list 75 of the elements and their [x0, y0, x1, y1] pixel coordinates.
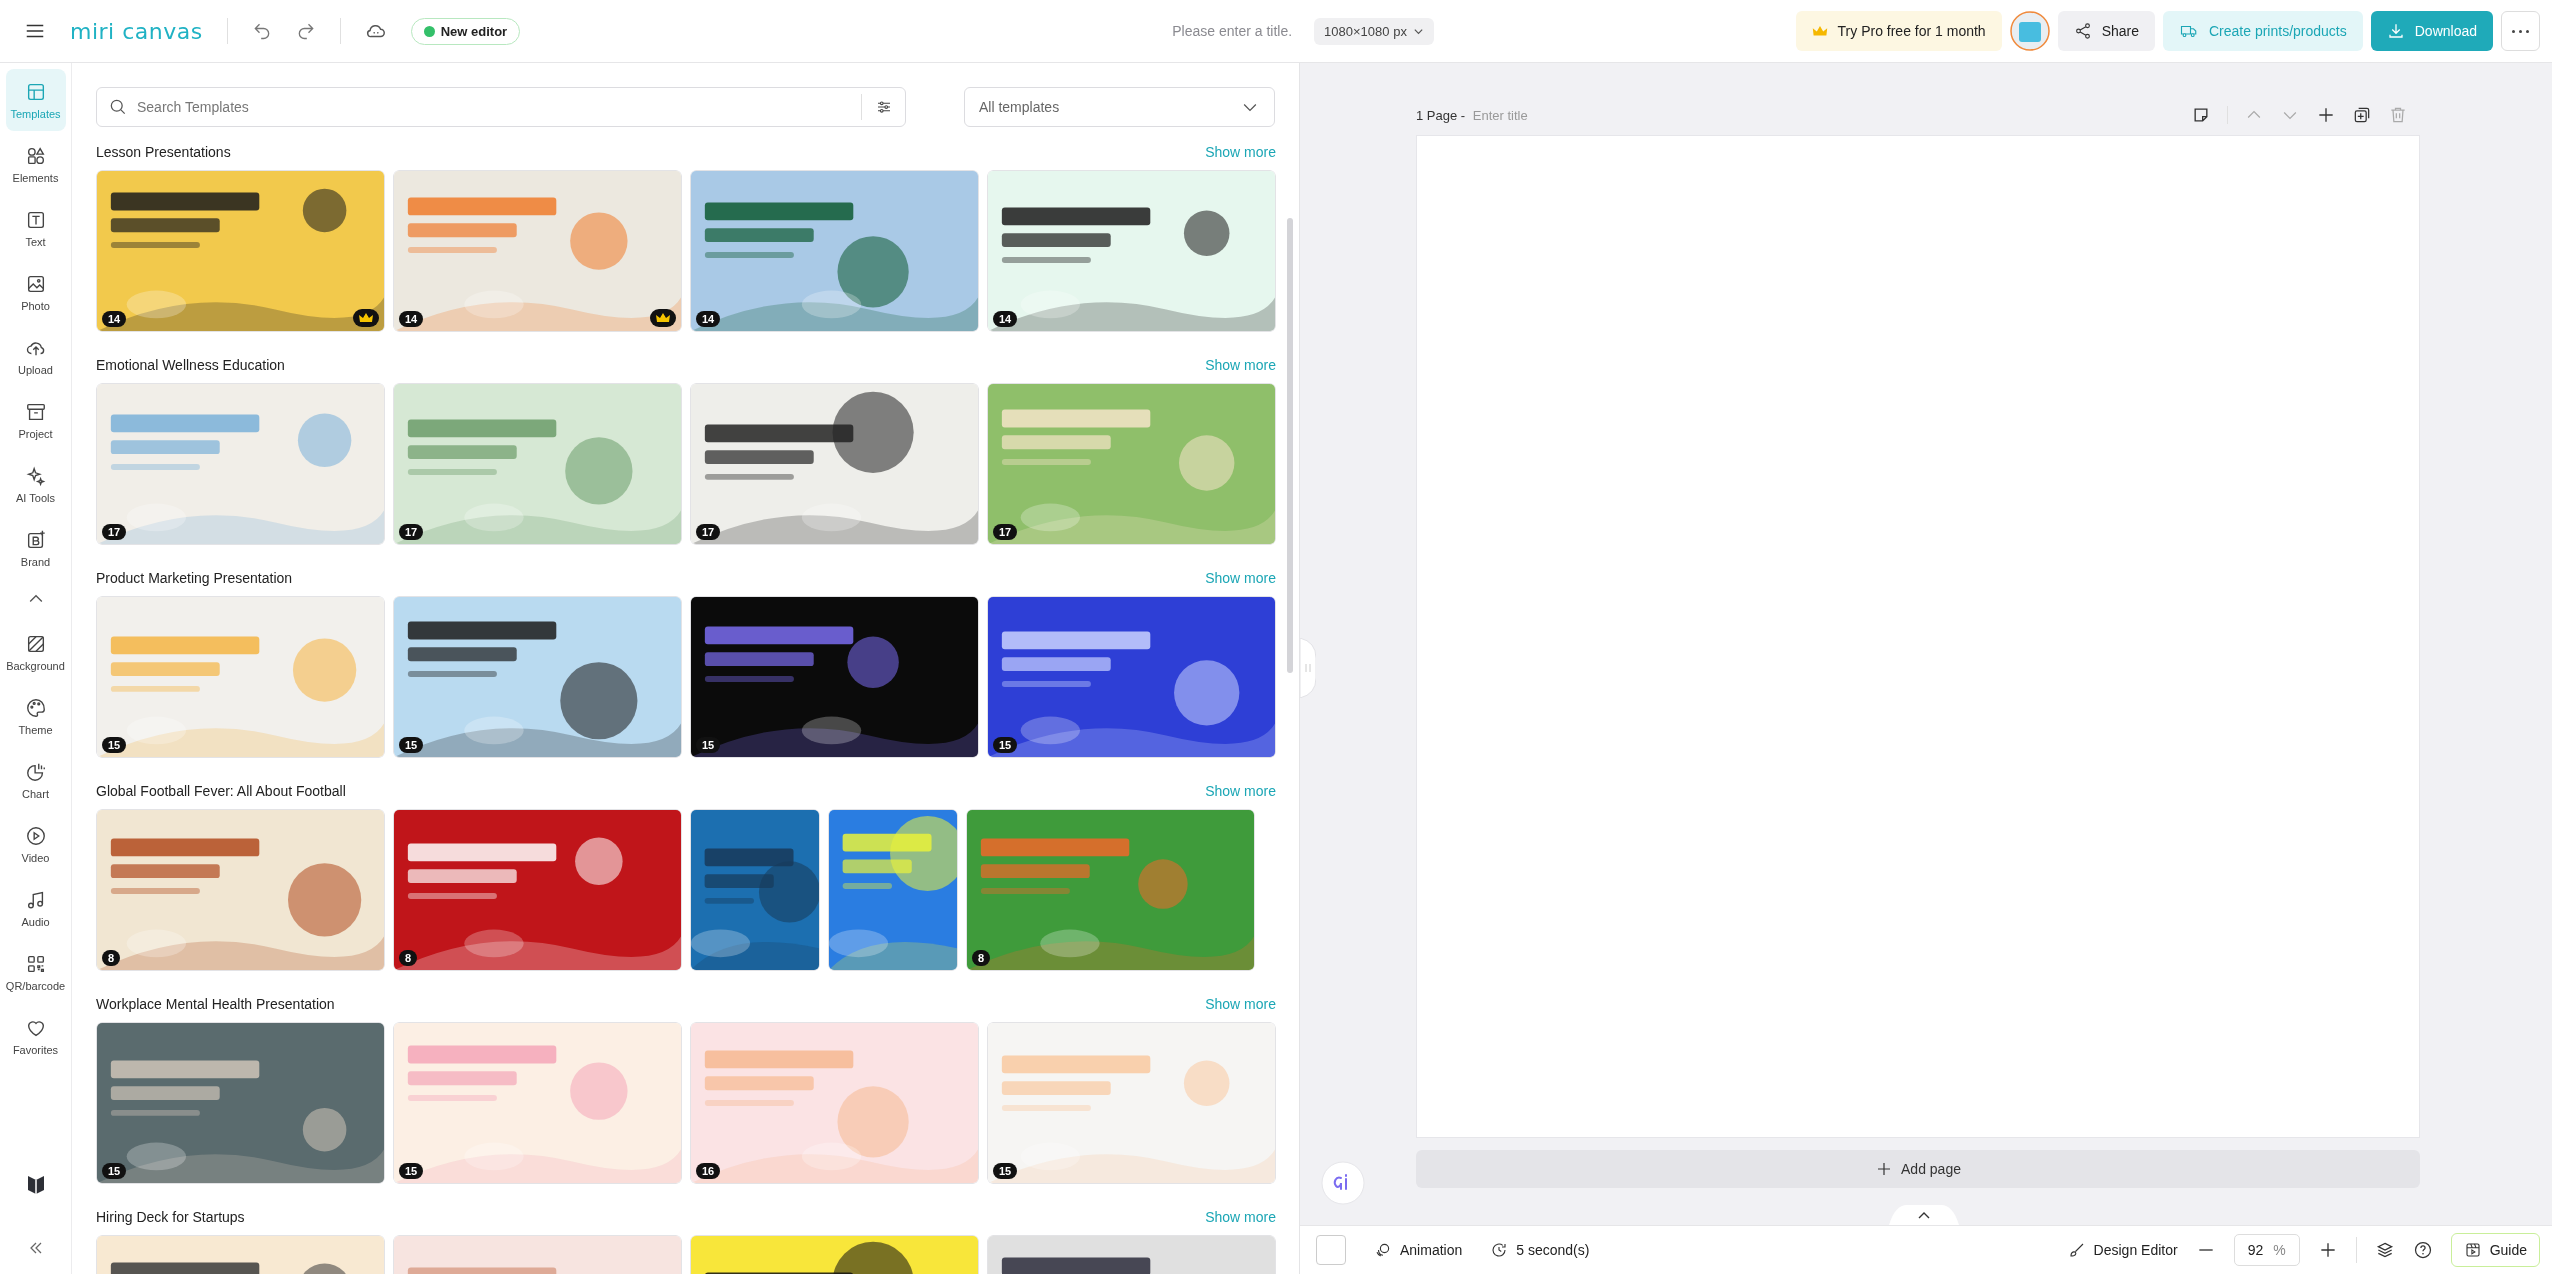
sidebar-item[interactable]: Text [5, 197, 66, 259]
page-label: 1 Page - [1416, 107, 1467, 123]
size-dropdown[interactable]: 1080×1080 px [1314, 17, 1434, 45]
title-field[interactable]: Please enter a title. [1130, 22, 1295, 40]
page-title-field[interactable]: Enter title [1470, 106, 1595, 124]
section-title: Hiring Deck for Startups [96, 1209, 245, 1225]
layers-icon[interactable] [2374, 1240, 2395, 1260]
sidebar-item[interactable]: Elements [5, 133, 66, 195]
page-count-badge: 15 [102, 737, 127, 753]
sidebar-item[interactable]: AI Tools [5, 453, 66, 515]
sidebar-item[interactable]: Video [5, 813, 66, 875]
animation-icon [1374, 1241, 1392, 1259]
filter-icon[interactable] [875, 98, 893, 116]
crown-icon [1811, 24, 1828, 38]
zoom-field[interactable]: 92 % [2233, 1234, 2300, 1266]
page-count-badge: 16 [696, 1163, 721, 1179]
sidebar-item[interactable]: Photo [5, 261, 66, 323]
share-icon [2073, 22, 2092, 40]
duration-button[interactable]: 5 second(s) [1490, 1237, 1590, 1263]
share-button[interactable]: Share [2057, 11, 2155, 51]
palette-icon [24, 696, 47, 719]
sidebar-item[interactable]: Theme [5, 685, 66, 747]
logo: miri canvas [70, 18, 203, 44]
sidebar-item[interactable]: Background [5, 621, 66, 683]
section-title: Product Marketing Presentation [96, 570, 293, 586]
page-count-badge: 14 [399, 311, 424, 327]
add-icon[interactable] [2316, 105, 2336, 125]
section-title: Emotional Wellness Education [96, 357, 285, 373]
page-count-badge: 15 [399, 737, 424, 753]
page-count-badge: 15 [993, 737, 1018, 753]
search-icon [108, 97, 128, 117]
page-count-badge: 17 [399, 524, 424, 540]
animation-button[interactable]: Animation [1374, 1237, 1463, 1263]
new-editor-badge[interactable]: New editor [410, 17, 521, 45]
section-title: Lesson Presentations [96, 144, 231, 160]
more-icon [2512, 29, 2529, 33]
scrollbar[interactable] [1287, 218, 1293, 673]
search-field[interactable]: Search Templates [96, 87, 906, 127]
download-icon [2386, 22, 2405, 40]
sidebar-item[interactable]: Favorites [5, 1005, 66, 1067]
clock-icon [1490, 1241, 1509, 1259]
design-editor-button[interactable]: Design Editor [2067, 1237, 2178, 1263]
panel-handle[interactable] [1300, 638, 1316, 698]
sidebar-item[interactable]: Chart [5, 749, 66, 811]
background-color-swatch[interactable] [1316, 1235, 1346, 1265]
add-icon [1875, 1160, 1893, 1178]
ai-assistant-icon[interactable] [1321, 1161, 1365, 1205]
page-count-badge: 14 [102, 311, 127, 327]
page-count-badge: 14 [993, 311, 1018, 327]
section-title: Workplace Mental Health Presentation [96, 996, 335, 1012]
template-filter-dropdown[interactable]: All templates [964, 87, 1275, 127]
brush-icon [2067, 1241, 2086, 1259]
undo-icon[interactable] [251, 21, 272, 41]
add-page-button[interactable]: Add page [1416, 1150, 2420, 1188]
video-guide-icon [2463, 1241, 2482, 1259]
page-count-badge: 17 [993, 524, 1018, 540]
sidebar-item[interactable]: Audio [5, 877, 66, 939]
page-count-badge: 14 [696, 311, 721, 327]
sidebar-item[interactable]: Brand [5, 517, 66, 579]
duplicate-icon[interactable] [2352, 105, 2372, 125]
page-count-badge: 15 [399, 1163, 424, 1179]
page-count-badge: 17 [696, 524, 721, 540]
page-count-badge: 15 [993, 1163, 1018, 1179]
page-count-badge: 15 [102, 1163, 127, 1179]
help-icon[interactable] [2412, 1240, 2433, 1260]
sidebar-item[interactable]: QR/barcode [5, 941, 66, 1003]
page-count-badge: 15 [696, 737, 721, 753]
sidebar-item[interactable]: Upload [5, 325, 66, 387]
try-pro-button[interactable]: Try Pro free for 1 month [1795, 11, 2002, 51]
guide-button[interactable]: Guide [2450, 1233, 2540, 1267]
sidebar-item[interactable]: Project [5, 389, 66, 451]
page-count-badge: 17 [102, 524, 127, 540]
avatar[interactable] [2009, 11, 2050, 51]
section-title: Global Football Fever: All About Football [96, 783, 346, 799]
play-icon [24, 824, 47, 847]
